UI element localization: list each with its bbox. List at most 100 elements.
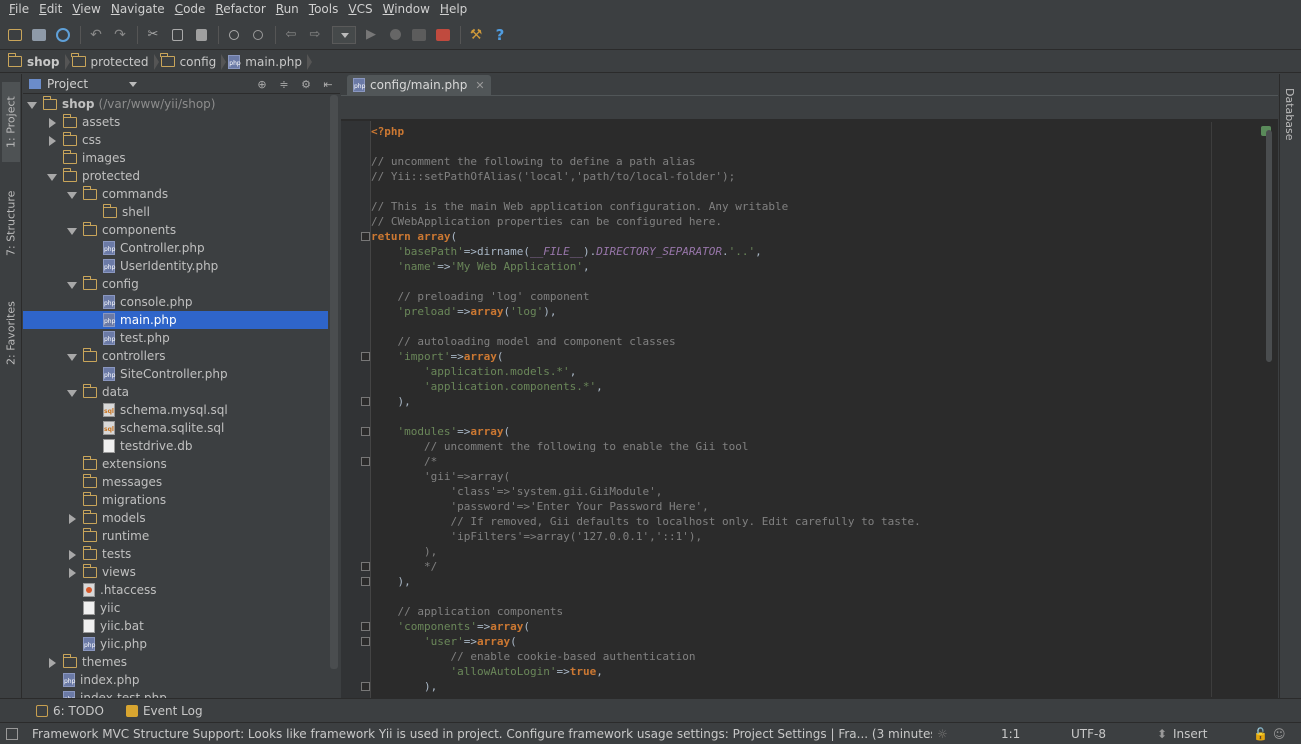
redo-icon[interactable]: ↷ [109, 24, 131, 46]
expand-arrow-icon[interactable] [67, 280, 77, 289]
project-view-select[interactable]: Project [29, 76, 139, 92]
fold-marker-icon[interactable] [361, 397, 370, 406]
fold-marker-icon[interactable] [361, 352, 370, 361]
file-encoding[interactable]: UTF-8 [1071, 727, 1157, 741]
fold-marker-icon[interactable] [361, 622, 370, 631]
back-icon[interactable]: ⇦ [280, 24, 302, 46]
paste-icon[interactable] [190, 24, 212, 46]
expand-arrow-icon[interactable] [67, 190, 77, 199]
replace-icon[interactable] [247, 24, 269, 46]
undo-icon[interactable]: ↶ [85, 24, 107, 46]
menu-item-edit[interactable]: Edit [34, 0, 67, 18]
tree-item[interactable]: main.php [23, 311, 328, 329]
fold-marker-icon[interactable] [361, 427, 370, 436]
fold-marker-icon[interactable] [361, 562, 370, 571]
collapse-arrow-icon[interactable] [67, 514, 76, 524]
menu-item-vcs[interactable]: VCS [343, 0, 377, 18]
editor-scrollbar[interactable] [1266, 130, 1272, 362]
tree-item[interactable]: themes [23, 653, 328, 671]
coverage-icon[interactable] [408, 24, 430, 46]
breadcrumb-shop[interactable]: shop [4, 52, 70, 72]
tree-item[interactable]: components [23, 221, 328, 239]
event-log-button[interactable]: Event Log [125, 704, 203, 718]
copy-icon[interactable] [166, 24, 188, 46]
tree-item[interactable]: runtime [23, 527, 328, 545]
profile-icon[interactable] [432, 24, 454, 46]
gear-icon[interactable]: ⚙ [298, 77, 314, 91]
breadcrumb-main-php[interactable]: main.php [224, 52, 312, 72]
sync-icon[interactable] [52, 24, 74, 46]
close-icon[interactable]: ✕ [475, 79, 484, 92]
collapse-arrow-icon[interactable] [47, 136, 56, 146]
tree-item[interactable]: schema.mysql.sql [23, 401, 328, 419]
forward-icon[interactable]: ⇨ [304, 24, 326, 46]
run-icon[interactable]: ▶ [360, 24, 382, 46]
tree-item[interactable]: data [23, 383, 328, 401]
tree-item[interactable]: messages [23, 473, 328, 491]
expand-arrow-icon[interactable] [67, 388, 77, 397]
tab-project[interactable]: 1: Project [2, 82, 20, 162]
menu-item-help[interactable]: Help [435, 0, 472, 18]
tree-item[interactable]: index-test.php [23, 689, 328, 698]
tab-structure[interactable]: 7: Structure [2, 182, 20, 264]
tree-item[interactable]: controllers [23, 347, 328, 365]
tree-item[interactable]: migrations [23, 491, 328, 509]
cut-icon[interactable]: ✂ [142, 24, 164, 46]
tree-item[interactable]: css [23, 131, 328, 149]
menu-item-tools[interactable]: Tools [304, 0, 344, 18]
save-icon[interactable] [28, 24, 50, 46]
tree-item[interactable]: protected [23, 167, 328, 185]
tree-item[interactable]: yiic [23, 599, 328, 617]
project-scrollbar[interactable] [330, 95, 338, 669]
run-configuration-select[interactable] [332, 25, 356, 44]
tree-item[interactable]: yiic.bat [23, 617, 328, 635]
tree-item[interactable]: SiteController.php [23, 365, 328, 383]
menu-item-run[interactable]: Run [271, 0, 304, 18]
tab-database[interactable]: Database [1283, 88, 1296, 141]
menu-item-navigate[interactable]: Navigate [106, 0, 170, 18]
tree-item[interactable]: extensions [23, 455, 328, 473]
menu-item-refactor[interactable]: Refactor [210, 0, 270, 18]
breadcrumb-config[interactable]: config [157, 52, 227, 72]
find-icon[interactable] [223, 24, 245, 46]
scroll-from-source-icon[interactable]: ⊕ [254, 77, 270, 91]
editor-tab-main-php[interactable]: config/main.php ✕ [347, 75, 491, 95]
tree-item[interactable]: schema.sqlite.sql [23, 419, 328, 437]
tree-item[interactable]: tests [23, 545, 328, 563]
tree-item[interactable]: testdrive.db [23, 437, 328, 455]
collapse-arrow-icon[interactable] [67, 568, 76, 578]
fold-marker-icon[interactable] [361, 577, 370, 586]
tree-item[interactable]: .htaccess [23, 581, 328, 599]
menu-item-view[interactable]: View [67, 0, 105, 18]
tree-item[interactable]: UserIdentity.php [23, 257, 328, 275]
inspector-icon[interactable]: ☺ [1273, 727, 1293, 741]
tool-windows-toggle-icon[interactable] [6, 727, 18, 740]
tree-item[interactable]: Controller.php [23, 239, 328, 257]
tree-item[interactable]: images [23, 149, 328, 167]
collapse-all-icon[interactable]: ≑ [276, 77, 292, 91]
tree-item[interactable]: yiic.php [23, 635, 328, 653]
status-message[interactable]: Framework MVC Structure Support: Looks l… [32, 727, 932, 741]
tree-item[interactable]: models [23, 509, 328, 527]
todo-button[interactable]: 6: TODO [36, 704, 104, 718]
insert-mode[interactable]: Insert [1173, 727, 1253, 741]
collapse-arrow-icon[interactable] [47, 118, 56, 128]
open-folder-icon[interactable] [4, 24, 26, 46]
editor-gutter[interactable] [341, 121, 371, 698]
expand-arrow-icon[interactable] [47, 172, 57, 181]
tree-item[interactable]: shell [23, 203, 328, 221]
collapse-arrow-icon[interactable] [47, 658, 56, 668]
caret-position[interactable]: 1:1 [1001, 727, 1071, 741]
expand-arrow-icon[interactable] [67, 226, 77, 235]
tree-item[interactable]: assets [23, 113, 328, 131]
hide-panel-icon[interactable]: ⇤ [320, 77, 336, 91]
expand-arrow-icon[interactable] [27, 100, 37, 109]
tree-item[interactable]: shop (/var/www/yii/shop) [23, 95, 328, 113]
tree-item[interactable]: test.php [23, 329, 328, 347]
fold-marker-icon[interactable] [361, 457, 370, 466]
menu-item-code[interactable]: Code [170, 0, 211, 18]
expand-arrow-icon[interactable] [67, 352, 77, 361]
fold-marker-icon[interactable] [361, 637, 370, 646]
breadcrumb-protected[interactable]: protected [68, 52, 159, 72]
settings-icon[interactable]: ⚒ [465, 24, 487, 46]
